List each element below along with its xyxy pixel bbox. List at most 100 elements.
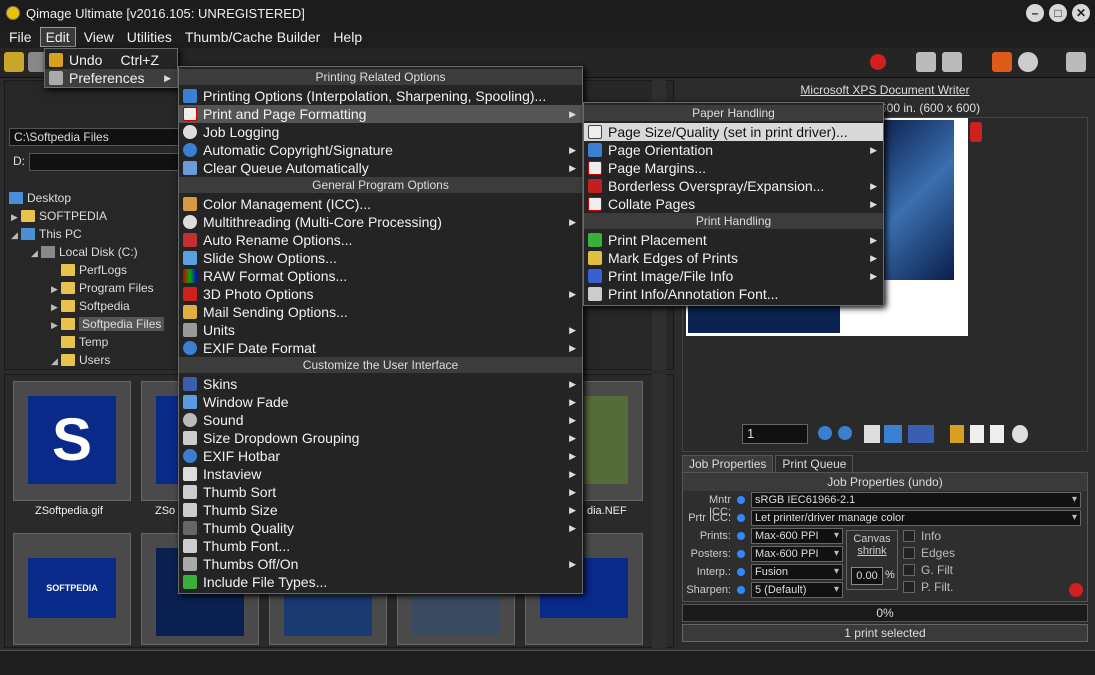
tree-item-temp[interactable]: Temp <box>51 333 108 351</box>
list-view-icon[interactable] <box>884 425 902 443</box>
menu-item-borderless[interactable]: Borderless Overspray/Expansion... ▶ <box>584 177 883 195</box>
next-page-icon[interactable] <box>838 426 852 440</box>
menu-item-auto-rename[interactable]: Auto Rename Options... <box>179 231 582 249</box>
thumbnail[interactable] <box>397 585 515 645</box>
menu-item-color-management[interactable]: Color Management (ICC)... <box>179 195 582 213</box>
tree-item-users[interactable]: ◢ Users <box>51 351 110 369</box>
edges-checkbox-row[interactable]: Edges <box>903 546 955 560</box>
expand-icon[interactable]: ▶ <box>51 316 61 334</box>
path-d-field[interactable] <box>29 153 179 171</box>
print-queue-icon[interactable] <box>1066 52 1086 72</box>
tree-item-softpedia[interactable]: ▶ Softpedia <box>51 297 130 315</box>
menu-item-raw-format[interactable]: RAW Format Options... <box>179 267 582 285</box>
clock-icon[interactable] <box>1018 52 1038 72</box>
menu-item-multithreading[interactable]: Multithreading (Multi-Core Processing) ▶ <box>179 213 582 231</box>
g-filt-checkbox-row[interactable]: G. Filt <box>903 563 953 577</box>
menu-item-mail-sending[interactable]: Mail Sending Options... <box>179 303 582 321</box>
collapse-icon[interactable]: ◢ <box>11 226 21 244</box>
menu-thumb-cache-builder[interactable]: Thumb/Cache Builder <box>180 28 325 46</box>
menu-item-sound[interactable]: Sound ▶ <box>179 411 582 429</box>
menu-item-mark-edges[interactable]: Mark Edges of Prints ▶ <box>584 249 883 267</box>
minimize-button[interactable]: – <box>1026 4 1044 22</box>
tree-item-softpedia-root[interactable]: ▶ SOFTPEDIA <box>11 207 107 225</box>
tree-item-program-files[interactable]: ▶ Program Files <box>51 279 154 297</box>
menu-item-window-fade[interactable]: Window Fade ▶ <box>179 393 582 411</box>
menu-item-thumb-size[interactable]: Thumb Size ▶ <box>179 501 582 519</box>
refresh-icon[interactable] <box>4 52 24 72</box>
info-dot-icon[interactable] <box>737 496 745 504</box>
menu-item-skins[interactable]: Skins ▶ <box>179 375 582 393</box>
menu-edit[interactable]: Edit <box>39 27 76 47</box>
info-dot-icon[interactable] <box>737 550 745 558</box>
menu-item-collate-pages[interactable]: Collate Pages ▶ <box>584 195 883 213</box>
printer-icon[interactable] <box>942 52 962 72</box>
thumbnail[interactable]: SOFTPEDIA <box>13 533 131 645</box>
menu-item-exif-hotbar[interactable]: EXIF Hotbar ▶ <box>179 447 582 465</box>
canvas-value-field[interactable]: 0.00 <box>851 567 883 585</box>
menu-item-page-margins[interactable]: Page Margins... <box>584 159 883 177</box>
print-layout-icon[interactable] <box>916 52 936 72</box>
expand-icon[interactable]: ▶ <box>51 298 61 316</box>
menu-item-instaview[interactable]: Instaview ▶ <box>179 465 582 483</box>
menu-item-thumb-quality[interactable]: Thumb Quality ▶ <box>179 519 582 537</box>
menu-item-copyright[interactable]: Automatic Copyright/Signature ▶ <box>179 141 582 159</box>
tree-item-softpedia-files[interactable]: ▶ Softpedia Files <box>51 315 165 334</box>
info-checkbox[interactable] <box>903 530 915 542</box>
collapse-icon[interactable]: ◢ <box>31 244 41 262</box>
flame-icon[interactable] <box>992 52 1012 72</box>
menu-item-thumb-font[interactable]: Thumb Font... <box>179 537 582 555</box>
edges-checkbox[interactable] <box>903 547 915 559</box>
prtr-icc-select[interactable]: Let printer/driver manage color <box>751 510 1081 526</box>
g-filt-checkbox[interactable] <box>903 564 915 576</box>
sharpen-select[interactable]: 5 (Default) <box>751 582 843 598</box>
page-copy-icon[interactable] <box>990 425 1004 443</box>
prints-select[interactable]: Max-600 PPI <box>751 528 843 544</box>
tree-item-desktop[interactable]: Desktop <box>9 189 71 207</box>
info-dot-icon[interactable] <box>737 586 745 594</box>
interp-select[interactable]: Fusion <box>751 564 843 580</box>
v-badge-icon[interactable] <box>1069 583 1083 597</box>
info-dot-icon[interactable] <box>737 514 745 522</box>
job-properties-title[interactable]: Job Properties (undo) <box>683 473 1087 491</box>
maximize-button[interactable]: □ <box>1049 4 1067 22</box>
posters-select[interactable]: Max-600 PPI <box>751 546 843 562</box>
lock-icon[interactable] <box>950 425 964 443</box>
thumbnail-scrollbar[interactable] <box>652 374 666 648</box>
menu-item-printing-options[interactable]: Printing Options (Interpolation, Sharpen… <box>179 87 582 105</box>
thumbnail[interactable] <box>269 585 387 645</box>
collapse-icon[interactable]: ◢ <box>51 352 61 370</box>
prev-page-icon[interactable] <box>818 426 832 440</box>
menu-item-print-page-formatting[interactable]: Print and Page Formatting ▶ <box>179 105 582 123</box>
menu-help[interactable]: Help <box>328 28 367 46</box>
p-filt-checkbox-row[interactable]: P. Filt. <box>903 580 953 594</box>
printer-name-link[interactable]: Microsoft XPS Document Writer <box>800 83 969 97</box>
thumbnail[interactable]: S <box>13 381 131 501</box>
tab-print-queue[interactable]: Print Queue <box>775 455 854 473</box>
preview-image[interactable] <box>874 120 954 280</box>
menu-item-size-dropdown[interactable]: Size Dropdown Grouping ▶ <box>179 429 582 447</box>
expand-icon[interactable]: ▶ <box>11 208 21 226</box>
expand-icon[interactable]: ▶ <box>51 280 61 298</box>
menu-item-3d-photo[interactable]: 3D Photo Options ▶ <box>179 285 582 303</box>
menu-item-thumbs-off-on[interactable]: Thumbs Off/On ▶ <box>179 555 582 573</box>
page-number-select[interactable]: 1 <box>742 424 808 444</box>
menu-utilities[interactable]: Utilities <box>122 28 177 46</box>
mntr-icc-select[interactable]: sRGB IEC61966-2.1 <box>751 492 1081 508</box>
menu-item-include-file-types[interactable]: Include File Types... <box>179 573 582 591</box>
queue-icon[interactable] <box>1012 425 1028 443</box>
v-badge-icon[interactable] <box>870 54 886 70</box>
page-view-icon[interactable] <box>864 425 880 443</box>
menu-item-page-size-quality[interactable]: Page Size/Quality (set in print driver).… <box>584 123 883 141</box>
menu-item-print-file-info[interactable]: Print Image/File Info ▶ <box>584 267 883 285</box>
menu-item-units[interactable]: Units ▶ <box>179 321 582 339</box>
menu-item-print-placement[interactable]: Print Placement ▶ <box>584 231 883 249</box>
preview-image[interactable] <box>688 305 840 333</box>
info-dot-icon[interactable] <box>737 532 745 540</box>
canvas-shrink-link[interactable]: shrink <box>847 545 897 557</box>
menu-file[interactable]: File <box>4 28 37 46</box>
f-badge-icon[interactable] <box>970 122 982 142</box>
close-button[interactable]: ✕ <box>1072 4 1090 22</box>
tree-item-perflogs[interactable]: PerfLogs <box>51 261 127 279</box>
menu-item-slide-show[interactable]: Slide Show Options... <box>179 249 582 267</box>
menu-item-thumb-sort[interactable]: Thumb Sort ▶ <box>179 483 582 501</box>
